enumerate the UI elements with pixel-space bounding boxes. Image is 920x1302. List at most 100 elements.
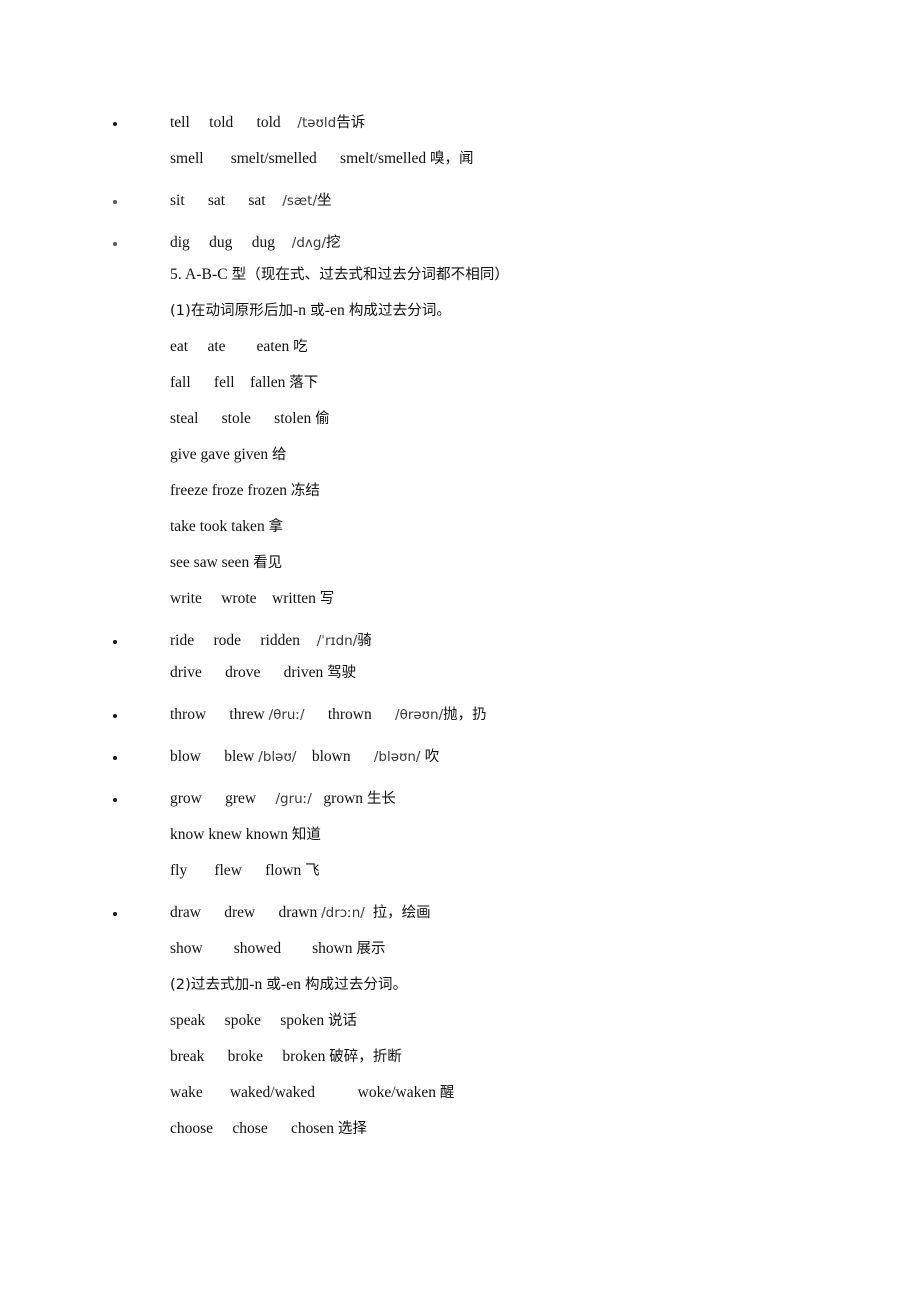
english-forms: give gave given [170,446,273,463]
chinese-gloss: 写 [319,591,335,607]
english-forms: see saw seen [170,554,254,571]
chinese-conjunction: 或 [310,303,325,319]
chinese-gloss: 飞 [305,863,320,879]
bulleted-verb-line: grow grew /gruː/ grown 生长 [0,788,920,810]
phonetic: /θrəʊn/ [395,707,444,723]
document-page: tell told told /təʊld告诉 smell smelt/smell… [0,0,920,1302]
english-forms: know knew known [170,826,292,843]
verb-line: freeze froze frozen 冻结 [0,480,920,502]
english-forms: eat ate eaten [170,338,294,355]
chinese-gloss: 告诉 [336,115,366,131]
verb-line: wake waked/waked woke/waken 醒 [0,1082,920,1104]
chinese-prefix: (1)在动词原形后加 [170,303,294,319]
section-heading-line: (2)过去式加-n 或-en 构成过去分词。 [0,974,920,996]
chinese-gloss: 落下 [289,375,319,391]
chinese-gloss: 拿 [268,519,284,535]
english-forms: drive drove driven [170,664,328,681]
chinese-gloss: 嗅，闻 [430,151,474,167]
english-forms: -n [249,976,267,993]
verb-line: show showed shown 展示 [0,938,920,960]
english-forms: draw drew drawn [170,904,322,921]
phonetic-mid: /drɔːn/ [321,905,365,921]
chinese-gloss: 吃 [293,339,308,355]
english-forms-2: -en [324,302,349,319]
chinese-gloss: 展示 [356,941,386,957]
english-forms: show showed shown [170,940,357,957]
english-forms: take took taken [170,518,269,535]
phonetic: /təʊld [284,115,337,131]
verb-line: give gave given 给 [0,444,920,466]
chinese-gloss: 生长 [366,791,396,807]
chinese-gloss: 给 [272,447,287,463]
english-forms: ride rode ridden [170,632,304,649]
document-body: tell told told /təʊld告诉 smell smelt/smell… [0,112,920,1140]
section-heading-line: 5. A-B-C 型（现在式、过去式和过去分词都不相同） [0,264,920,286]
phonetic: /bləʊn/ [373,749,425,765]
english-forms: freeze froze frozen [170,482,291,499]
verb-line: smell smelt/smelled smelt/smelled 嗅，闻 [0,148,920,170]
english-forms: fall fell fallen [170,374,290,391]
verb-line: break broke broken 破碎，折断 [0,1046,920,1068]
english-forms-2: -en [280,976,306,993]
chinese-gloss: 知道 [291,827,321,843]
english-forms: speak spoke spoken [170,1012,328,1029]
verb-line: see saw seen 看见 [0,552,920,574]
verb-line: drive drove driven 驾驶 [0,662,920,684]
chinese-conjunction: 或 [266,977,281,993]
english-forms: write wrote written [170,590,320,607]
chinese-gloss: 说话 [328,1013,357,1029]
phonetic-mid: /gruː/ [275,791,312,807]
bulleted-verb-line: dig dug dug /dʌg/挖 [0,232,920,254]
phonetic: /dʌg/ [278,235,327,251]
verb-line: fly flew flown 飞 [0,860,920,882]
chinese-gloss: 构成过去分词。 [348,303,452,319]
chinese-gloss: 拉，绘画 [372,905,431,921]
chinese-gloss: 醒 [439,1085,455,1101]
english-forms-2: grown [311,790,367,807]
chinese-gloss: 骑 [357,633,372,649]
verb-line: fall fell fallen 落下 [0,372,920,394]
phonetic-mid: /θruː/ [268,707,305,723]
english-forms: steal stole stolen [170,410,316,427]
chinese-gloss: 吹 [424,749,440,765]
chinese-gloss: 型（现在式、过去式和过去分词都不相同） [231,267,510,283]
bulleted-verb-line: throw threw /θruː/ thrown /θrəʊn/抛，扔 [0,704,920,726]
english-forms: break broke broken [170,1048,330,1065]
bulleted-verb-line: sit sat sat /sæt/坐 [0,190,920,212]
english-forms-2: thrown [304,706,396,723]
english-forms: sit sat sat [170,192,270,209]
verb-line: steal stole stolen 偷 [0,408,920,430]
chinese-gloss: 破碎，折断 [329,1049,402,1065]
english-forms: smell smelt/smelled smelt/smelled [170,150,431,167]
chinese-gloss: 看见 [253,555,283,571]
chinese-gloss: 选择 [337,1121,367,1137]
chinese-prefix: (2)过去式加 [170,977,250,993]
verb-line: choose chose chosen 选择 [0,1118,920,1140]
bulleted-verb-line: tell told told /təʊld告诉 [0,112,920,134]
phonetic: /ˈrɪdn/ [303,633,358,649]
english-forms: wake waked/waked woke/waken [170,1084,440,1101]
section-heading-line: (1)在动词原形后加-n 或-en 构成过去分词。 [0,300,920,322]
english-forms: 5. A-B-C [170,266,232,283]
chinese-gloss: 抛，扔 [443,707,487,723]
verb-line: know knew known 知道 [0,824,920,846]
english-forms: blow blew [170,748,259,765]
chinese-gloss: 构成过去分词。 [305,977,408,993]
english-forms-2: blown [296,748,374,765]
chinese-gloss: 挖 [326,235,341,251]
english-forms: throw threw [170,706,269,723]
english-forms: fly flew flown [170,862,306,879]
english-forms: tell told told [170,114,285,131]
phonetic: /sæt/ [269,193,318,209]
verb-line: write wrote written 写 [0,588,920,610]
phonetic-mid: /bləʊ/ [258,749,297,765]
chinese-gloss: 坐 [317,193,332,209]
verb-line: take took taken 拿 [0,516,920,538]
chinese-gloss: 冻结 [290,483,320,499]
chinese-gloss: 偷 [315,411,330,427]
english-forms: dig dug dug [170,234,279,251]
bulleted-verb-line: ride rode ridden /ˈrɪdn/骑 [0,630,920,652]
english-forms: grow grew [170,790,276,807]
bulleted-verb-line: draw drew drawn /drɔːn/ 拉，绘画 [0,902,920,924]
english-forms: -n [293,302,311,319]
